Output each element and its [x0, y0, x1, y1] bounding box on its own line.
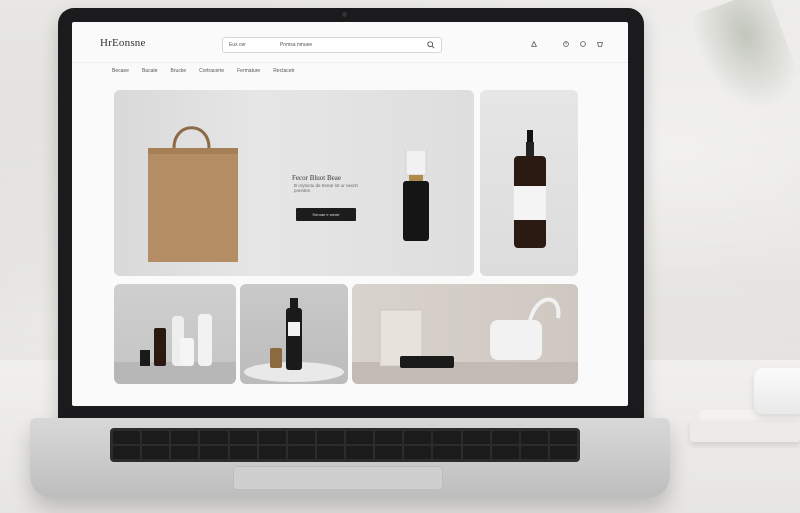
search-text-left: Eux cer — [229, 42, 246, 48]
user-icon[interactable] — [530, 40, 538, 48]
header-divider — [72, 62, 628, 63]
trackpad — [233, 466, 443, 490]
featured-product-card[interactable] — [480, 90, 578, 276]
menu-item-4[interactable]: Cortracerte — [199, 68, 224, 74]
menu-item-2[interactable]: Bacate — [142, 68, 158, 74]
search-text-right: Pnmsa nmuee — [279, 42, 313, 48]
hero-subtitle: B orytoctu de tnrear lot ur neorrt ponnt… — [294, 183, 358, 193]
cosmetic-bottle-image — [403, 150, 429, 241]
hero-banner[interactable]: Fecor Bluot Beae B orytoctu de tnrear lo… — [114, 90, 474, 276]
search-icon[interactable] — [427, 41, 435, 49]
bottles-image — [114, 314, 236, 384]
site-logo[interactable]: HrEonsne — [100, 37, 146, 49]
pump-bottle-image — [514, 130, 546, 248]
header-icons — [530, 40, 604, 48]
keyboard — [110, 428, 580, 462]
menu-item-1[interactable]: Becaee — [112, 68, 129, 74]
category-menu: Becaee Bacate Brucke Cortracerte Fermatu… — [112, 68, 295, 74]
product-tile-perfume[interactable] — [240, 284, 348, 384]
account-icon[interactable] — [579, 40, 587, 48]
product-tile-accessories[interactable] — [352, 284, 578, 384]
menu-item-6[interactable]: Rectacetr — [273, 68, 294, 74]
search-input[interactable]: Eux cer Pnmsa nmuee — [222, 37, 442, 53]
book-stack — [690, 420, 800, 442]
hero-cta-button[interactable]: Seruae e weutr — [296, 208, 356, 221]
hero-title: Fecor Bluot Beae — [292, 174, 341, 182]
product-tile-bottles[interactable] — [114, 284, 236, 384]
menu-item-3[interactable]: Brucke — [171, 68, 187, 74]
cart-icon[interactable] — [596, 40, 604, 48]
laptop-screen: HrEonsne Eux cer Pnmsa nmuee Becaee Baca… — [72, 22, 628, 406]
menu-item-5[interactable]: Fermature — [237, 68, 260, 74]
accessories-image — [352, 297, 578, 384]
shopping-bag-image — [148, 126, 238, 262]
perfume-image — [244, 298, 344, 382]
cup — [754, 368, 800, 414]
site-header: HrEonsne Eux cer Pnmsa nmuee — [72, 22, 628, 60]
camera — [342, 12, 347, 17]
wishlist-icon[interactable] — [562, 40, 570, 48]
